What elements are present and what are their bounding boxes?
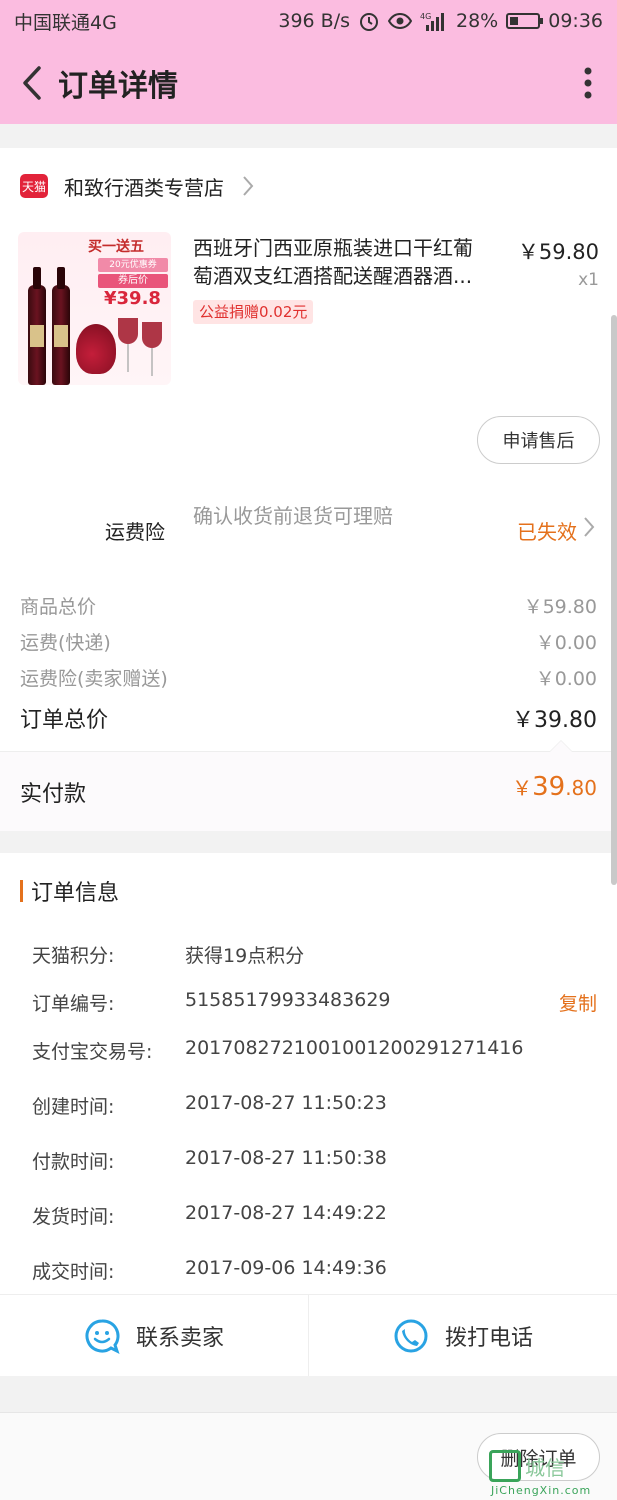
chat-bubble-icon (85, 1318, 120, 1354)
paid-amount-block: 实付款 ￥39.80 (0, 740, 617, 831)
order-info-heading: 订单信息 (31, 881, 120, 906)
promo-after-coupon: 券后价 (98, 274, 168, 288)
copy-order-number-button[interactable]: 复制 (559, 989, 597, 1016)
price-row-insurance: 运费险(卖家赠送) ￥0.00 (20, 664, 597, 691)
chevron-right-icon (584, 517, 595, 537)
info-key: 付款时间: (32, 1151, 115, 1173)
watermark-domain: JiChengXin.com (491, 1484, 592, 1497)
signal-icon: 4G (420, 12, 444, 31)
promo-price: ¥39.8 (104, 288, 161, 309)
price-value: ￥0.00 (535, 668, 597, 690)
info-value: 2017-08-27 11:50:38 (185, 1147, 387, 1169)
paid-decimal: .80 (565, 776, 597, 800)
price-row-shipping: 运费(快递) ￥0.00 (20, 628, 597, 655)
order-total-value: ￥39.80 (512, 708, 597, 733)
info-row-shipped: 发货时间: 2017-08-27 14:49:22 (32, 1202, 597, 1229)
info-key: 发货时间: (32, 1206, 115, 1228)
product-thumbnail[interactable]: 买一送五 20元优惠券 券后价 ¥39.8 (18, 232, 171, 385)
store-name: 和致行酒类专营店 (64, 175, 224, 200)
call-phone-label: 拨打电话 (444, 1325, 533, 1351)
product-title[interactable]: 西班牙门西亚原瓶装进口干红葡 萄酒双支红酒搭配送醒酒器酒... (193, 234, 511, 290)
promo-coupon: 20元优惠券 (98, 258, 168, 272)
wine-bottle-icon (28, 267, 46, 385)
phone-icon (394, 1319, 428, 1352)
info-row-completed: 成交时间: 2017-09-06 14:49:36 (32, 1257, 597, 1284)
paid-label: 实付款 (20, 782, 87, 807)
price-label: 运费(快递) (20, 632, 111, 654)
price-row-order-total: 订单总价 ￥39.80 (20, 702, 597, 734)
battery-icon (506, 13, 544, 29)
price-row-goods: 商品总价 ￥59.80 (20, 592, 597, 619)
info-key: 成交时间: (32, 1261, 115, 1283)
shipping-insurance-status[interactable]: 已失效 (517, 516, 577, 545)
status-icons: 396 B/s 4G 28% 09:36 (278, 10, 603, 32)
info-value: 51585179933483629 (185, 989, 391, 1011)
order-product-card: 天猫 和致行酒类专营店 买一送五 20元优惠券 券后价 ¥39.8 西班牙门西亚… (0, 148, 617, 831)
svg-text:4G: 4G (420, 12, 431, 21)
scrollbar[interactable] (611, 315, 617, 885)
contact-actions: 联系卖家 拨打电话 (0, 1294, 617, 1376)
info-row-order-number: 订单编号: 51585179933483629 复制 (32, 989, 597, 1016)
product-title-line2: 萄酒双支红酒搭配送醒酒器酒... (193, 264, 473, 288)
product-price: ￥59.80 (517, 240, 599, 264)
back-button[interactable] (14, 63, 50, 103)
app-header: 订单详情 (0, 42, 617, 124)
notch-decoration (549, 740, 573, 752)
paid-currency: ￥ (512, 776, 533, 800)
info-key: 天猫积分: (32, 945, 115, 967)
shipping-insurance-label: 运费险 (105, 520, 165, 544)
charity-badge: 公益捐赠0.02元 (193, 300, 314, 324)
carrier-label: 中国联通4G (14, 11, 117, 34)
status-bar: 中国联通4G 396 B/s 4G 28% 09:36 (0, 0, 617, 42)
info-key: 订单编号: (32, 993, 115, 1015)
info-row-alipay-number: 支付宝交易号: 2017082721001001200291271416 (32, 1037, 597, 1064)
battery-percent: 28% (456, 10, 499, 32)
site-watermark: 城信 JiChengXin.com (489, 1450, 609, 1498)
back-arrow-icon (23, 66, 41, 100)
watermark-text: 城信 (525, 1456, 565, 1480)
info-key: 支付宝交易号: (32, 1041, 153, 1063)
wine-bottle-icon (52, 267, 70, 385)
store-link[interactable]: 天猫 和致行酒类专营店 (20, 166, 254, 206)
info-value: 获得19点积分 (185, 945, 305, 967)
price-value: ￥0.00 (535, 632, 597, 654)
more-vertical-icon (584, 67, 592, 99)
price-value: ￥59.80 (523, 596, 597, 618)
eye-icon (388, 12, 412, 30)
product-title-line1: 西班牙门西亚原瓶装进口干红葡 (193, 236, 473, 260)
info-value: 2017082721001001200291271416 (185, 1037, 524, 1059)
price-label: 运费险(卖家赠送) (20, 668, 168, 690)
order-info-title: 订单信息 (20, 875, 119, 907)
paid-integer: 39 (532, 772, 566, 802)
contact-seller-button[interactable]: 联系卖家 (0, 1295, 308, 1376)
info-value: 2017-08-27 14:49:22 (185, 1202, 387, 1224)
info-row-paid: 付款时间: 2017-08-27 11:50:38 (32, 1147, 597, 1174)
watermark-logo-icon (489, 1450, 521, 1482)
wine-glass-icon (118, 318, 138, 372)
contact-seller-label: 联系卖家 (135, 1325, 224, 1351)
info-row-points: 天猫积分: 获得19点积分 (32, 941, 597, 968)
info-value: 2017-09-06 14:49:36 (185, 1257, 387, 1279)
price-label: 商品总价 (20, 596, 97, 618)
alarm-icon (360, 13, 378, 31)
clock: 09:36 (548, 10, 603, 32)
call-phone-button[interactable]: 拨打电话 (308, 1295, 617, 1376)
product-quantity: x1 (578, 270, 599, 290)
tmall-badge: 天猫 (20, 174, 48, 198)
title-accent-bar (20, 880, 23, 902)
shipping-insurance-desc: 确认收货前退货可理赔 (193, 504, 393, 528)
paid-amount: ￥39.80 (512, 772, 597, 802)
page-title: 订单详情 (58, 69, 178, 104)
chevron-right-icon (243, 176, 254, 196)
apply-after-sale-button[interactable]: 申请售后 (477, 416, 600, 464)
info-value: 2017-08-27 11:50:23 (185, 1092, 387, 1114)
wine-glass-icon (142, 322, 162, 376)
info-key: 创建时间: (32, 1096, 115, 1118)
decanter-icon (76, 324, 116, 374)
network-speed: 396 B/s (278, 10, 350, 32)
order-total-label: 订单总价 (20, 708, 109, 733)
more-menu-button[interactable] (573, 63, 603, 103)
promo-title: 买一送五 (88, 239, 144, 255)
info-row-created: 创建时间: 2017-08-27 11:50:23 (32, 1092, 597, 1119)
